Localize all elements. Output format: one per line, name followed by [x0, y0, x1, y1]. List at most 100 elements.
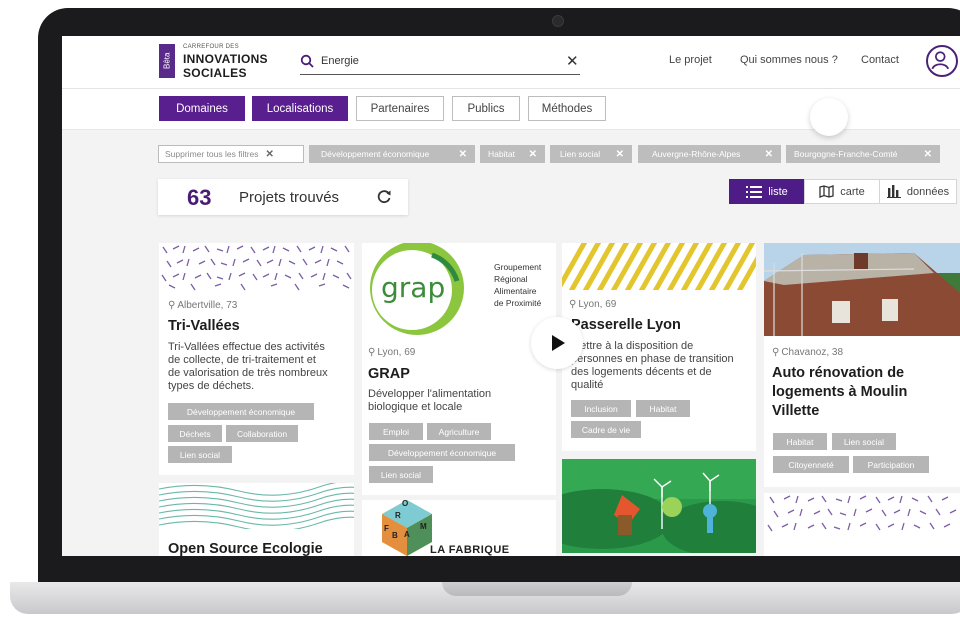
tag[interactable]: Cadre de vie [571, 421, 641, 438]
search-bar[interactable]: Energie ✕ [300, 51, 580, 75]
chip-habitat[interactable]: Habitat ✕ [480, 145, 545, 163]
close-icon[interactable]: ✕ [566, 52, 579, 70]
chip-lien-social[interactable]: Lien social ✕ [550, 145, 632, 163]
location-pin-icon: ⚲ [772, 347, 780, 358]
filter-methodes[interactable]: Méthodes [528, 96, 606, 121]
view-carte-button[interactable]: carte [804, 179, 880, 204]
nav-contact[interactable]: Contact [861, 54, 899, 66]
project-card-pattern[interactable] [764, 493, 960, 556]
project-card-tri-vallees[interactable]: ⚲ Albertville, 73 Tri-Vallées Tri-Vallées… [159, 243, 354, 475]
close-icon[interactable]: ✕ [459, 149, 467, 160]
chip-auvergne-rhone-alpes[interactable]: Auvergne-Rhône-Alpes ✕ [638, 145, 781, 163]
project-card-la-fabrique[interactable]: O F A M R B LA FABRIQUE [362, 500, 556, 556]
tag[interactable]: Inclusion [571, 400, 631, 417]
webcam [552, 15, 564, 27]
desc-line: de valorisation de très nombreux [168, 367, 328, 379]
filter-domaines[interactable]: Domaines [159, 96, 245, 121]
tag[interactable]: Habitat [773, 433, 827, 450]
chip-bourgogne-franche-comte[interactable]: Bourgogne-Franche-Comté ✕ [786, 145, 940, 163]
search-input[interactable]: Energie [321, 55, 359, 67]
fabrique-letter: A [404, 530, 410, 539]
logo-tagline: CARREFOUR DES [183, 44, 239, 50]
tag[interactable]: Déchets [168, 425, 222, 442]
card-title[interactable]: Tri-Vallées [168, 317, 240, 336]
tag[interactable]: Développement économique [168, 403, 314, 420]
laptop-frame: Bêta CARREFOUR DES INNOVATIONS SOCIALES … [0, 0, 960, 618]
tag[interactable]: Lien social [168, 446, 232, 463]
user-avatar-icon[interactable] [926, 45, 958, 77]
close-icon[interactable]: ✕ [765, 149, 773, 160]
list-icon [746, 185, 763, 198]
pattern-image [764, 493, 960, 540]
fabrique-letter: M [420, 522, 427, 531]
floating-circle-button[interactable] [810, 98, 848, 136]
card-title[interactable]: GRAP [368, 365, 410, 384]
chip-developpement-economique[interactable]: Développement économique ✕ [309, 145, 475, 163]
fabrique-logo-text: LA FABRIQUE [430, 544, 510, 556]
desc-line: des logements décents et de [571, 366, 712, 378]
site-header: Bêta CARREFOUR DES INNOVATIONS SOCIALES … [62, 36, 960, 89]
chip-clear-all[interactable]: Supprimer tous les filtres ✕ [158, 145, 304, 163]
stripes-image [562, 243, 756, 290]
view-donnees-label: données [906, 185, 950, 198]
filter-partenaires[interactable]: Partenaires [356, 96, 444, 121]
house-photo [764, 243, 960, 336]
pattern-image [159, 243, 354, 291]
results-label: Projets trouvés [239, 189, 340, 206]
map-icon [819, 185, 834, 198]
card-title[interactable]: Passerelle Lyon [571, 316, 681, 335]
chip-label: Lien social [560, 149, 601, 159]
project-card-auto-renovation[interactable]: ⚲ Chavanoz, 38 Auto rénovation de logemen… [764, 243, 960, 487]
desc-line: biologique et locale [368, 401, 463, 413]
card-title[interactable]: Open Source Ecologie [168, 540, 323, 556]
close-icon[interactable]: ✕ [924, 149, 932, 160]
project-card-illustration[interactable] [562, 459, 756, 553]
caption-line: Groupement [494, 262, 542, 272]
view-donnees-button[interactable]: données [879, 179, 957, 204]
view-liste-button[interactable]: liste [729, 179, 805, 204]
laptop-notch [442, 582, 632, 596]
wave-pattern-image [159, 483, 354, 529]
close-icon[interactable]: ✕ [529, 149, 537, 160]
fabrique-letter: B [392, 531, 398, 540]
site-logo[interactable]: INNOVATIONS SOCIALES [183, 52, 268, 80]
card-title[interactable]: Auto rénovation de logements à Moulin Vi… [772, 364, 958, 421]
filter-localisations[interactable]: Localisations [252, 96, 348, 121]
tag[interactable]: Habitat [636, 400, 690, 417]
beta-badge: Bêta [159, 44, 175, 78]
title-line: logements à Moulin [772, 384, 908, 400]
video-play-button[interactable] [531, 317, 583, 369]
card-location: ⚲ Lyon, 69 [368, 347, 415, 358]
title-line: Auto rénovation de [772, 365, 905, 381]
chip-label: Auvergne-Rhône-Alpes [652, 149, 741, 159]
close-icon[interactable]: ✕ [616, 149, 624, 160]
location-text: Albertville, 73 [177, 300, 238, 311]
tag[interactable]: Agriculture [427, 423, 491, 440]
tag[interactable]: Lien social [369, 466, 433, 483]
tag[interactable]: Participation [853, 456, 929, 473]
desc-line: personnes en phase de transition [571, 353, 734, 365]
results-count: 63 [187, 185, 212, 210]
nav-qui-sommes-nous[interactable]: Qui sommes nous ? [740, 54, 838, 66]
project-card-grap[interactable]: grap Groupement Régional Alimentaire de … [362, 243, 556, 495]
tag[interactable]: Emploi [369, 423, 423, 440]
filter-publics[interactable]: Publics [452, 96, 520, 121]
project-card-passerelle-lyon[interactable]: ⚲ Lyon, 69 Passerelle Lyon Mettre à la di… [562, 243, 756, 451]
nav-le-projet[interactable]: Le projet [669, 54, 712, 66]
results-count-box: 63 Projets trouvés [158, 179, 408, 215]
location-pin-icon: ⚲ [168, 300, 176, 311]
play-icon [552, 335, 565, 351]
location-text: Chavanoz, 38 [781, 347, 844, 358]
tag[interactable]: Développement économique [369, 444, 515, 461]
tag[interactable]: Collaboration [226, 425, 298, 442]
desc-line: Tri-Vallées effectue des activités [168, 341, 325, 353]
desc-line: qualité [571, 379, 604, 391]
chip-label: Habitat [488, 149, 515, 159]
project-card-open-source-ecologie[interactable]: Open Source Ecologie [159, 483, 354, 556]
refresh-icon[interactable] [376, 188, 393, 205]
tag[interactable]: Citoyenneté [773, 456, 849, 473]
desc-line: Développer l'alimentation [368, 388, 492, 400]
close-icon[interactable]: ✕ [266, 149, 274, 160]
tag[interactable]: Lien social [832, 433, 896, 450]
grap-logo-text: grap [381, 271, 446, 304]
